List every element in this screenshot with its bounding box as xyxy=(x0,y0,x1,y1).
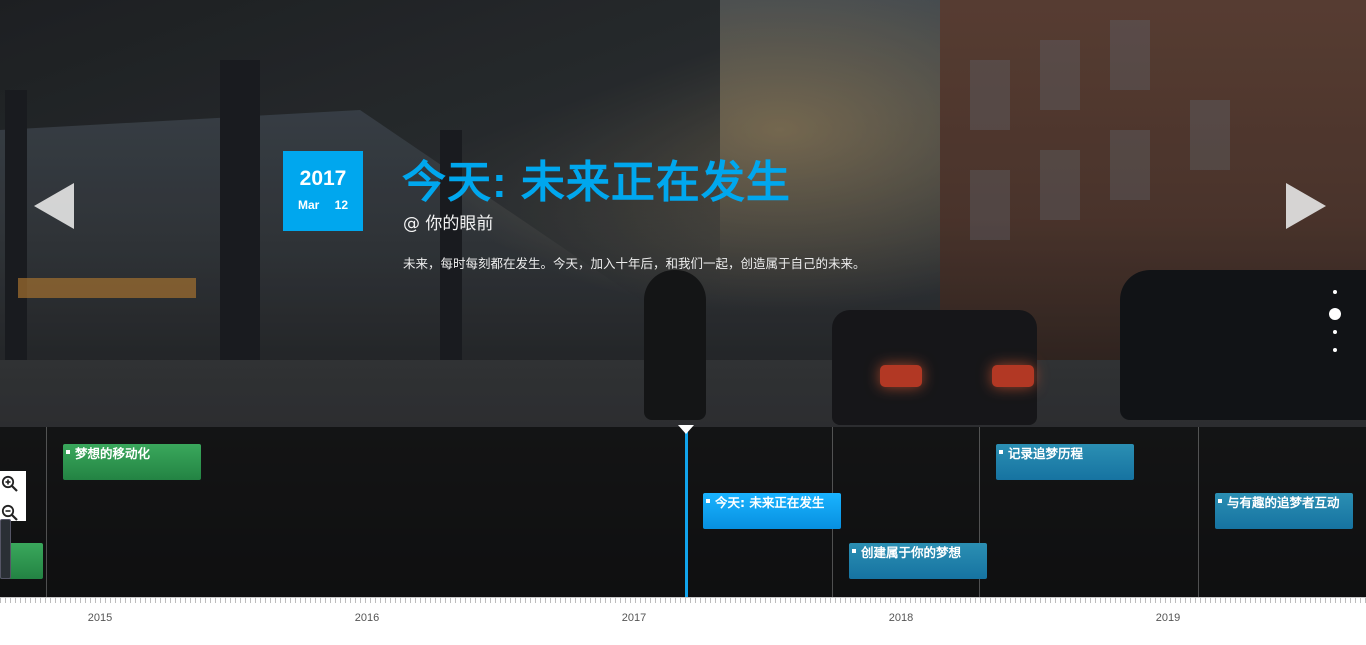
prev-slide-button[interactable] xyxy=(34,183,74,229)
event-line xyxy=(46,427,47,597)
slide-title: 今天: 未来正在发生 xyxy=(402,158,791,207)
axis-year-label: 2015 xyxy=(87,612,113,624)
event-label: 创建属于你的梦想 xyxy=(861,545,962,560)
slide-subtitle: @ 你的眼前 xyxy=(403,214,494,234)
current-time-line xyxy=(685,427,688,597)
triangle-left-icon xyxy=(34,183,74,229)
date-year: 2017 xyxy=(299,167,347,190)
timeline-event-flag[interactable]: 梦想的移动化 xyxy=(63,444,201,480)
event-label: 梦想的移动化 xyxy=(75,446,151,461)
timeline-event-flag[interactable]: 创建属于你的梦想 xyxy=(849,543,987,579)
timeline-band xyxy=(0,427,1366,597)
axis-year-label: 2019 xyxy=(1155,612,1181,624)
pagination-dot[interactable] xyxy=(1333,348,1337,352)
event-label: 与有趣的追梦者互动 xyxy=(1227,495,1340,510)
event-line xyxy=(1198,427,1199,597)
date-day: 12 xyxy=(334,198,349,212)
slide-pagination xyxy=(1327,290,1343,366)
axis-year-label: 2017 xyxy=(621,612,647,624)
pagination-dot[interactable] xyxy=(1333,330,1337,334)
date-month: Mar xyxy=(297,198,320,212)
date-badge: 2017 Mar 12 xyxy=(283,151,363,231)
triangle-right-icon xyxy=(1286,183,1326,229)
event-label: 今天: 未来正在发生 xyxy=(715,495,825,510)
next-slide-button[interactable] xyxy=(1286,183,1326,229)
slide-description: 未来，每时每刻都在发生。今天，加入十年后，和我们一起，创造属于自己的未来。 xyxy=(403,256,866,271)
pagination-dot-active[interactable] xyxy=(1329,308,1341,320)
zoom-in-button[interactable] xyxy=(0,475,26,500)
axis-year-label: 2016 xyxy=(354,612,380,624)
timeline-event-flag[interactable]: 与有趣的追梦者互动 xyxy=(1215,493,1353,529)
zoom-in-icon xyxy=(1,475,18,492)
zoom-slider[interactable] xyxy=(0,519,11,579)
pagination-dot[interactable] xyxy=(1333,290,1337,294)
zoom-controls xyxy=(0,471,26,521)
event-label: 记录追梦历程 xyxy=(1008,446,1084,461)
current-time-marker xyxy=(678,425,694,434)
timeline-event-flag[interactable]: 记录追梦历程 xyxy=(996,444,1134,480)
axis-year-label: 2018 xyxy=(888,612,914,624)
timeline-axis: 2015 2016 2017 2018 2019 xyxy=(0,597,1366,645)
timeline-event-flag-active[interactable]: 今天: 未来正在发生 xyxy=(703,493,841,529)
axis-ticks xyxy=(0,597,1366,603)
